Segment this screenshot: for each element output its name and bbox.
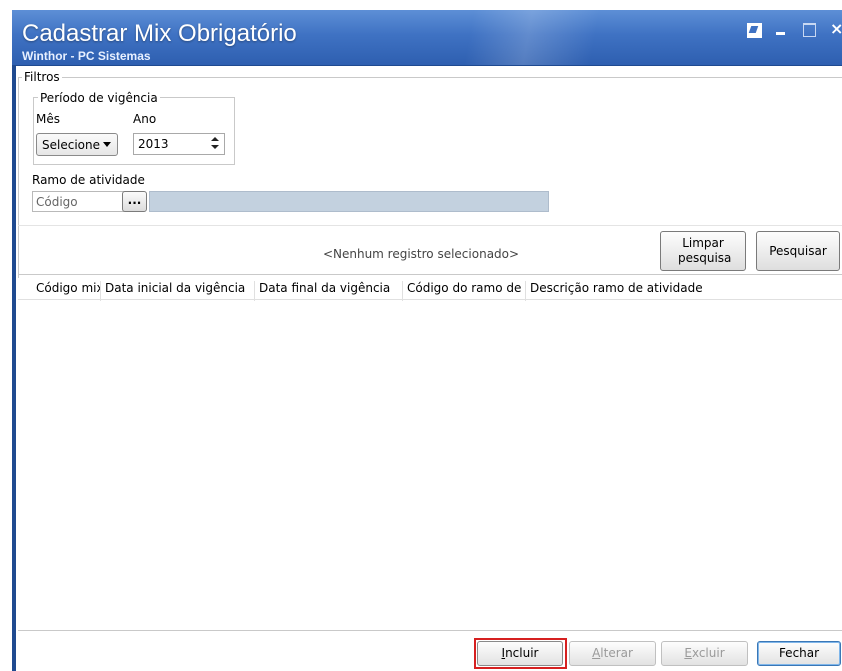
column-header[interactable]: Código do ramo de at [402,281,525,301]
main-content: Filtros Período de vigência Mês Ano Sele… [16,66,842,671]
month-label: Mês [36,112,60,126]
window-title: Cadastrar Mix Obrigatório [22,20,297,47]
results-grid[interactable]: Código mix Data inicial da vigência Data… [18,274,842,629]
chevron-down-icon [103,142,111,147]
window-subtitle: Winthor - PC Sistemas [22,49,151,63]
period-group-label: Período de vigência [38,91,160,105]
grid-bottom-border [18,630,842,631]
delete-button[interactable]: Excluir [661,641,748,666]
column-header[interactable]: Data final da vigência [254,281,402,301]
alter-button[interactable]: Alterar [569,641,656,666]
close-button[interactable]: Fechar [757,641,841,666]
activity-description-field [149,191,549,212]
year-stepper-buttons [208,136,222,152]
include-label: ncluir [505,646,539,660]
title-bar: Cadastrar Mix Obrigatório Winthor - PC S… [12,10,842,66]
column-header[interactable]: Código mix [32,281,101,301]
year-stepper-value: 2013 [138,137,169,151]
year-label: Ano [133,112,157,126]
month-select-value: Selecione [42,138,100,152]
close-icon[interactable]: × [830,21,842,37]
spin-down-icon[interactable] [211,145,219,149]
maximize-icon[interactable] [802,22,816,37]
alter-label: lterar [600,646,633,660]
spin-up-icon[interactable] [211,137,219,141]
empty-grid-message: <Nenhum registro selecionado> [322,247,520,261]
window-controls: × [746,21,842,38]
column-header[interactable]: Descrição ramo de atividade [525,281,842,301]
filters-group-label: Filtros [22,70,62,84]
activity-code-input[interactable]: Código [32,191,132,212]
year-stepper[interactable]: 2013 [133,133,225,155]
activity-label: Ramo de atividade [32,173,145,187]
month-select[interactable]: Selecione [36,133,118,156]
delete-mnemonic: E [684,646,692,660]
delete-label: xcluir [691,646,725,660]
minimize-icon[interactable] [774,22,788,36]
filters-separator [18,225,842,226]
activity-lookup-button[interactable]: ... [122,191,147,212]
grid-header: Código mix Data inicial da vigência Data… [18,278,842,301]
include-button[interactable]: Incluir [477,641,563,666]
restore-icon[interactable] [746,22,762,38]
column-header[interactable]: Data inicial da vigência [100,281,254,301]
